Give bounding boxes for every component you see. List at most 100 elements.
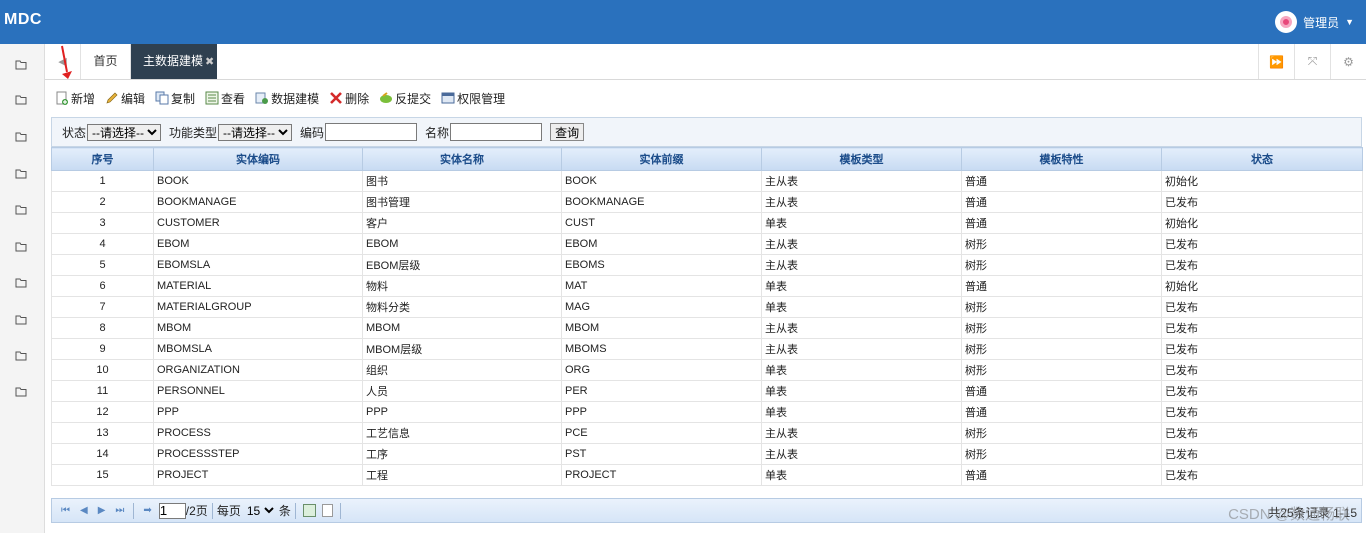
close-icon[interactable]: ✖: [205, 56, 214, 68]
column-header[interactable]: 实体前缀: [561, 147, 762, 171]
table-row[interactable]: 12 PPP PPP PPP 单表 普通 已发布: [51, 401, 1363, 423]
table-row[interactable]: 13 PROCESS 工艺信息 PCE 主从表 树形 已发布: [51, 422, 1363, 444]
fullscreen-icon[interactable]: ⤧: [1294, 44, 1330, 79]
table-cell: PROJECT: [561, 464, 762, 486]
table-cell: PST: [561, 443, 762, 465]
table-cell: MAT: [561, 275, 762, 297]
user-menu[interactable]: 管理员 ▼: [1275, 11, 1354, 33]
table-cell: 单表: [761, 275, 962, 297]
table-row[interactable]: 11 PERSONNEL 人员 PER 单表 普通 已发布: [51, 380, 1363, 402]
function-type-select[interactable]: --请选择--: [218, 123, 293, 141]
table-row[interactable]: 2 BOOKMANAGE 图书管理 BOOKMANAGE 主从表 普通 已发布: [51, 191, 1363, 213]
table-row[interactable]: 6 MATERIAL 物料 MAT 单表 普通 初始化: [51, 275, 1363, 297]
folder-icon[interactable]: [15, 314, 29, 325]
table-cell: 主从表: [761, 443, 962, 465]
table-cell: 普通: [961, 170, 1162, 192]
code-input[interactable]: [325, 123, 418, 141]
divider: [133, 502, 135, 519]
column-header[interactable]: 实体编码: [153, 147, 363, 171]
prev-page-icon[interactable]: ◀: [80, 505, 88, 516]
table-cell: PERSONNEL: [153, 380, 363, 402]
table-row[interactable]: 1 BOOK 图书 BOOK 主从表 普通 初始化: [51, 170, 1363, 192]
tab-scroll-right-icon[interactable]: ⏩: [1258, 44, 1294, 79]
column-header[interactable]: 状态: [1161, 147, 1363, 171]
data-table: 序号 实体编码 实体名称 实体前缀 模板类型 模板特性 状态 1 BOOK 图书 BOOK 主从表普…: [51, 147, 1363, 486]
add-button[interactable]: 新增: [55, 90, 95, 107]
edit-button[interactable]: 编辑: [105, 90, 145, 107]
table-row[interactable]: 5 EBOMSLA EBOM层级 EBOMS 主从表 树形 已发布: [51, 254, 1363, 276]
folder-icon[interactable]: [15, 350, 29, 361]
gear-icon[interactable]: ⚙: [1330, 44, 1366, 79]
table-cell: 树形: [961, 422, 1162, 444]
table-cell: 已发布: [1161, 296, 1363, 318]
tab-bar: ◀ 首页 主数据建模 ✖ ⏩ ⤧ ⚙: [45, 44, 1366, 80]
table-cell: 初始化: [1161, 275, 1363, 297]
table-cell: 已发布: [1161, 317, 1363, 339]
table-cell: PROCESS: [153, 422, 363, 444]
table-row[interactable]: 9 MBOMSLA MBOM层级 MBOMS 主从表 树形 已发布: [51, 338, 1363, 360]
folder-icon[interactable]: [15, 168, 29, 179]
next-page-icon[interactable]: ▶: [98, 505, 106, 516]
table-cell: 人员: [362, 380, 562, 402]
copy-button[interactable]: 复制: [155, 90, 195, 107]
table-cell: MATERIAL: [153, 275, 363, 297]
export-doc-icon[interactable]: [321, 504, 333, 517]
table-row[interactable]: 3 CUSTOMER 客户 CUST 单表 普通 初始化: [51, 212, 1363, 234]
folder-icon[interactable]: [15, 131, 29, 142]
table-cell: 6: [51, 275, 154, 297]
revert-submit-button[interactable]: 反提交: [379, 90, 431, 107]
view-button[interactable]: 查看: [205, 90, 245, 107]
table-cell: 普通: [961, 212, 1162, 234]
table-header-row: 序号 实体编码 实体名称 实体前缀 模板类型 模板特性 状态: [51, 147, 1363, 171]
toolbar-label: 数据建模: [271, 91, 320, 106]
folder-icon[interactable]: [15, 204, 29, 215]
total-pages: /2页: [185, 504, 208, 518]
delete-button[interactable]: 删除: [329, 90, 369, 107]
page-number-input[interactable]: [158, 502, 186, 519]
table-cell: PPP: [362, 401, 562, 423]
folder-icon[interactable]: [15, 241, 29, 252]
tab-home[interactable]: 首页: [81, 44, 131, 79]
toolbar-label: 反提交: [395, 91, 432, 106]
name-input[interactable]: [450, 123, 543, 141]
table-cell: 树形: [961, 338, 1162, 360]
table-cell: 普通: [961, 275, 1162, 297]
table-row[interactable]: 10 ORGANIZATION 组织 ORG 单表 树形 已发布: [51, 359, 1363, 381]
table-cell: PPP: [153, 401, 363, 423]
column-header[interactable]: 序号: [51, 147, 154, 171]
table-cell: MBOMSLA: [153, 338, 363, 360]
table-cell: 图书: [362, 170, 562, 192]
table-cell: 树形: [961, 233, 1162, 255]
table-row[interactable]: 14 PROCESSSTEP 工序 PST 主从表 树形 已发布: [51, 443, 1363, 465]
toolbar-label: 复制: [171, 91, 196, 106]
table-row[interactable]: 4 EBOM EBOM EBOM 主从表 树形 已发布: [51, 233, 1363, 255]
table-row[interactable]: 15 PROJECT 工程 PROJECT 单表 普通 已发布: [51, 464, 1363, 486]
per-page-label: 每页: [216, 504, 241, 518]
pencil-icon: [106, 92, 118, 104]
per-page-select[interactable]: 15: [242, 502, 277, 519]
export-excel-icon[interactable]: [302, 504, 316, 517]
column-header[interactable]: 实体名称: [362, 147, 562, 171]
user-name: 管理员: [1303, 15, 1340, 30]
go-page-icon[interactable]: ➡: [143, 505, 151, 516]
table-row[interactable]: 7 MATERIALGROUP 物料分类 MAG 单表 树形 已发布: [51, 296, 1363, 318]
table-cell: 普通: [961, 380, 1162, 402]
table-cell: EBOM: [561, 233, 762, 255]
data-modeling-button[interactable]: 数据建模: [255, 90, 319, 107]
folder-icon[interactable]: [15, 386, 29, 397]
column-header[interactable]: 模板特性: [961, 147, 1162, 171]
folder-icon[interactable]: [15, 94, 29, 105]
folder-icon[interactable]: [15, 59, 29, 70]
column-header[interactable]: 模板类型: [761, 147, 962, 171]
divider: [211, 502, 213, 519]
table-cell: 初始化: [1161, 212, 1363, 234]
tab-master-data-modeling[interactable]: 主数据建模 ✖: [131, 44, 217, 79]
table-row[interactable]: 8 MBOM MBOM MBOM 主从表 树形 已发布: [51, 317, 1363, 339]
status-select[interactable]: --请选择--: [87, 123, 162, 141]
query-button[interactable]: 查询: [550, 123, 585, 141]
toolbar-label: 新增: [71, 91, 96, 106]
folder-icon[interactable]: [15, 277, 29, 288]
permission-button[interactable]: 权限管理: [441, 90, 505, 107]
first-page-icon[interactable]: ⏮: [61, 505, 70, 516]
last-page-icon[interactable]: ⏭: [115, 505, 124, 516]
